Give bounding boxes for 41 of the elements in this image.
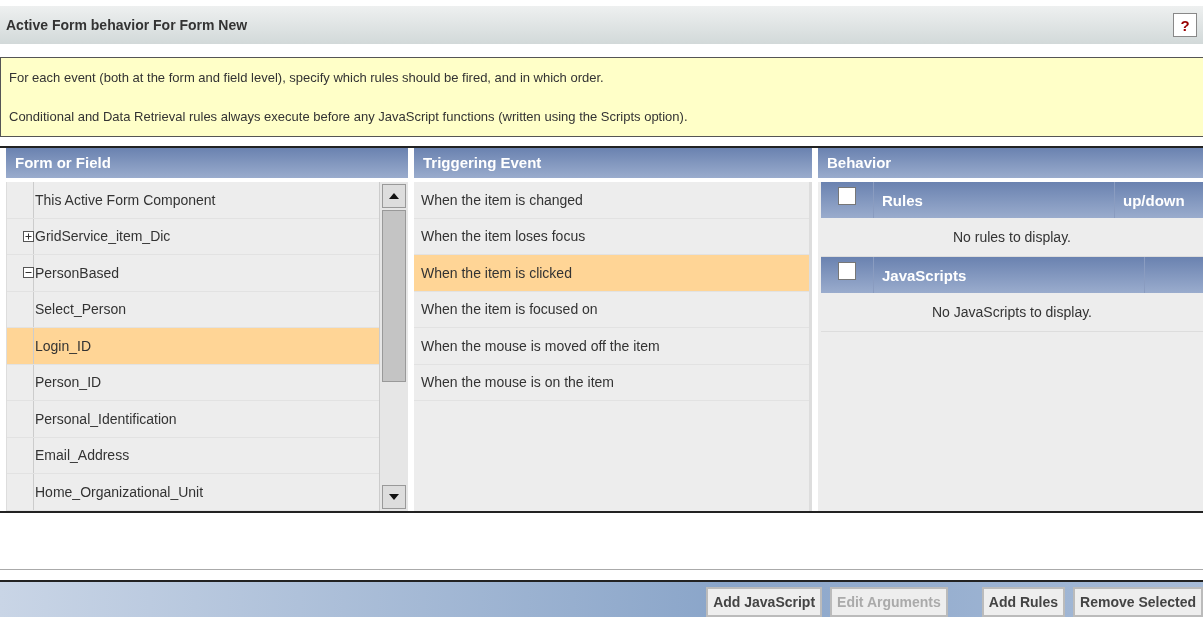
table-header: Rules — [881, 190, 924, 211]
tree-label: GridService_item_Dic — [34, 228, 171, 245]
select-all-checkbox[interactable] — [838, 262, 856, 280]
empty-message: No JavaScripts to display. — [932, 304, 1092, 320]
tree-label: Person_ID — [34, 374, 102, 391]
expand-icon[interactable] — [23, 230, 34, 242]
info-text: Conditional and Data Retrieval rules always execute before any JavaScript functions (written using the Scripts option). — [9, 109, 689, 124]
column-header: Behavior — [818, 148, 1203, 178]
tree-label: Select_Person — [34, 301, 127, 318]
tree-label: This Active Form Component — [34, 191, 216, 208]
tree-item[interactable]: GridService_item_Dic — [7, 218, 379, 255]
collapse-icon[interactable] — [23, 267, 34, 279]
tree-label: PersonBased — [34, 264, 120, 281]
tree-label: Email_Address — [34, 447, 130, 464]
tree-item[interactable]: Email_Address — [7, 437, 379, 474]
info-text: For each event (both at the form and field level), specify which rules should be fired, and in which order. — [9, 70, 605, 85]
tree-label: Home_Organizational_Unit — [34, 483, 204, 500]
empty-message: No rules to display. — [953, 229, 1071, 245]
action-button[interactable]: Add JavaScript — [706, 587, 823, 617]
scroll-down-icon[interactable] — [382, 485, 406, 509]
scroll-up-icon[interactable] — [382, 184, 406, 208]
action-button[interactable]: Add Rules — [981, 587, 1066, 617]
event-item[interactable]: When the item is clicked — [414, 255, 809, 292]
tree-item[interactable]: Login_ID — [7, 328, 379, 365]
tree-item[interactable]: Person_ID — [7, 364, 379, 401]
table-header: JavaScripts — [881, 265, 968, 286]
action-button[interactable]: Remove Selected — [1073, 587, 1203, 617]
tree-item[interactable]: Select_Person — [7, 291, 379, 328]
tree-item[interactable]: PersonBased — [7, 255, 379, 292]
tree-label: Personal_Identification — [34, 410, 177, 427]
select-all-checkbox[interactable] — [838, 187, 856, 205]
tree-item[interactable]: This Active Form Component — [7, 182, 379, 219]
table-header: up/down — [1114, 182, 1203, 218]
tree-label: Login_ID — [34, 337, 92, 354]
tree-item[interactable]: Personal_Identification — [7, 401, 379, 438]
window-title: Active Form behavior For Form New — [6, 17, 248, 33]
column-header: Triggering Event — [414, 148, 812, 178]
help-button[interactable]: ? — [1173, 13, 1197, 37]
column-header: Form or Field — [6, 148, 408, 178]
tree-item[interactable]: Home_Organizational_Unit — [7, 474, 379, 511]
scrollbar[interactable] — [379, 182, 408, 511]
